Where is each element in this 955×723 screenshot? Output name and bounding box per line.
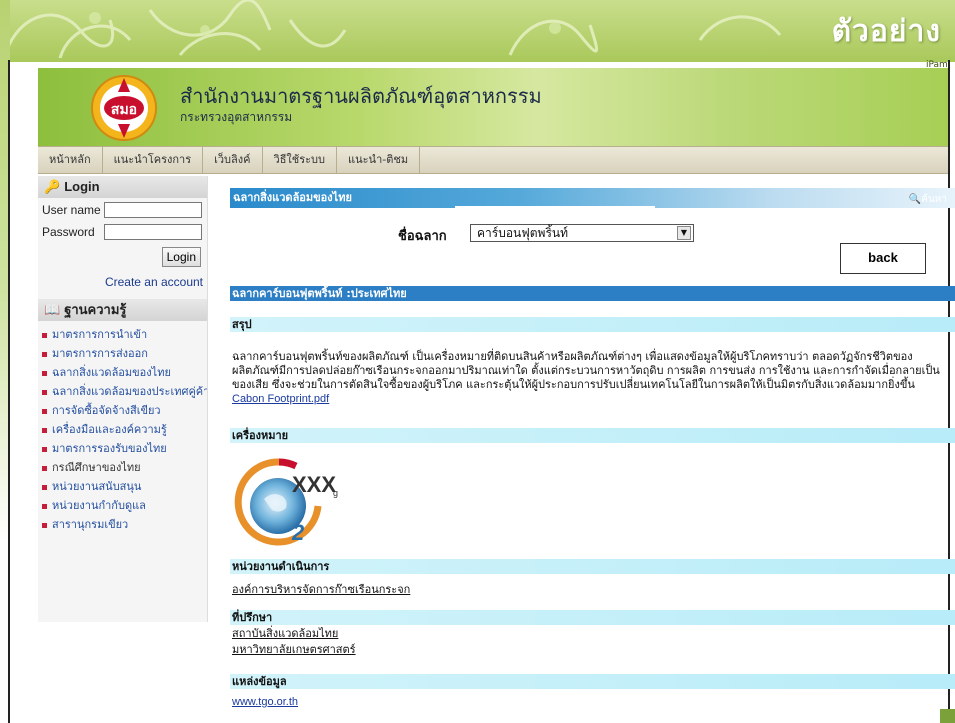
- kb-item-label: มาตรการรองรับของไทย: [52, 442, 167, 455]
- kb-item-label: กรณีศึกษาของไทย: [52, 461, 141, 474]
- slide-header-banner: ตัวอย่าง: [0, 0, 955, 62]
- password-label: Password: [42, 225, 95, 239]
- source-link[interactable]: www.tgo.or.th: [232, 696, 298, 708]
- kb-item-label: มาตรการการนำเข้า: [52, 328, 148, 341]
- mark-subscript: g: [333, 488, 338, 498]
- kb-item-thai-measures[interactable]: มาตรการรองรับของไทย: [42, 439, 207, 458]
- chevron-down-icon[interactable]: ▼: [677, 226, 691, 240]
- site-subtitle: กระทรวงอุตสาหกรรม: [180, 110, 293, 124]
- kb-item-label: ฉลากสิ่งแวดล้อมของไทย: [52, 366, 171, 379]
- summary-title: สรุป: [230, 317, 955, 332]
- login-button-wrap: Login: [38, 240, 207, 267]
- kb-item-partner-ecolabel[interactable]: ฉลากสิ่งแวดล้อมของประเทศคู่ค้า: [42, 382, 207, 401]
- nav-feedback[interactable]: แนะนำ-ติชม: [337, 146, 421, 174]
- carbon-footprint-logo-image: XXX g 2: [234, 458, 338, 546]
- main-content: ฉลากสิ่งแวดล้อมของไทย 🔍ค้นหา ชื่อฉลาก คา…: [230, 176, 955, 723]
- search-icon: 🔍: [908, 194, 922, 205]
- login-header: 🔑 Login: [38, 176, 207, 198]
- kb-item-green-encyclopedia[interactable]: สารานุกรมเขียว: [42, 515, 207, 534]
- logo-text: สมอ: [111, 102, 137, 118]
- label-name-caption: ชื่อฉลาก: [398, 229, 447, 244]
- source-title: แหล่งข้อมูล: [230, 674, 955, 689]
- knowledge-title: ฐานความรู้: [64, 302, 127, 317]
- label-select-value: คาร์บอนฟุตพริ้นท์: [477, 226, 568, 240]
- floral-pattern: [3, 0, 782, 59]
- search-label: ค้นหา: [921, 194, 947, 205]
- tisi-logo[interactable]: สมอ: [88, 74, 160, 142]
- kb-item-label: การจัดซื้อจัดจ้างสีเขียว: [52, 404, 161, 417]
- bullet-icon: [42, 332, 47, 338]
- username-input[interactable]: [104, 202, 202, 218]
- section-header-title: ฉลากสิ่งแวดล้อมของไทย: [233, 191, 352, 204]
- bullet-icon: [42, 484, 47, 490]
- create-account-link[interactable]: Create an account: [38, 267, 207, 299]
- bar-divider: [455, 206, 655, 208]
- bullet-icon: [42, 351, 47, 357]
- advisor-title: ที่ปรึกษา: [230, 610, 955, 625]
- knowledge-header: 📖 ฐานความรู้: [38, 299, 207, 321]
- advisor-link-tei[interactable]: สถาบันสิ่งแวดล้อมไทย: [232, 627, 338, 640]
- mark-text: XXX: [292, 472, 336, 497]
- nav-home[interactable]: หน้าหลัก: [38, 146, 103, 174]
- kb-item-green-procurement[interactable]: การจัดซื้อจัดจ้างสีเขียว: [42, 401, 207, 420]
- agency-row: องค์การบริหารจัดการก๊าซเรือนกระจก: [232, 578, 410, 598]
- password-row: Password: [38, 218, 207, 240]
- kb-item-import[interactable]: มาตรการการนำเข้า: [42, 325, 207, 344]
- nav-about-project[interactable]: แนะนำโครงการ: [103, 146, 204, 174]
- section-header-bar: ฉลากสิ่งแวดล้อมของไทย 🔍ค้นหา: [230, 188, 955, 208]
- site-header: สมอ สำนักงานมาตรฐานผลิตภัณฑ์อุตสาหกรรม ก…: [38, 68, 948, 146]
- kb-item-tools[interactable]: เครื่องมือและองค์ความรู้: [42, 420, 207, 439]
- mark-title: เครื่องหมาย: [230, 428, 955, 443]
- kb-item-regulator[interactable]: หน่วยงานกำกับดูแล: [42, 496, 207, 515]
- knowledge-list: มาตรการการนำเข้า มาตรการการส่งออก ฉลากสิ…: [38, 321, 207, 534]
- source-row: www.tgo.or.th: [232, 690, 298, 709]
- book-icon: 📖: [44, 302, 61, 317]
- back-button[interactable]: back: [840, 243, 926, 274]
- pdf-link[interactable]: Cabon Footprint.pdf: [232, 393, 329, 405]
- advisor-link-ku[interactable]: มหาวิทยาลัยเกษตรศาสตร์: [232, 643, 356, 656]
- search-link[interactable]: 🔍ค้นหา: [909, 190, 947, 210]
- label-select[interactable]: คาร์บอนฟุตพริ้นท์ ▼: [470, 224, 694, 242]
- slide-title: ตัวอย่าง: [831, 14, 941, 49]
- summary-paragraph: ฉลากคาร์บอนฟุตพริ้นท์ของผลิตภัณฑ์ เป็นเค…: [232, 350, 948, 406]
- kb-item-label: หน่วยงานสนับสนุน: [52, 480, 142, 493]
- sidebar: 🔑 Login User name Password Login Create a…: [38, 176, 208, 622]
- mark-co2-digit: 2: [291, 520, 305, 545]
- summary-text: ฉลากคาร์บอนฟุตพริ้นท์ของผลิตภัณฑ์ เป็นเค…: [232, 350, 940, 391]
- frame-left-line: [8, 60, 10, 723]
- bullet-icon: [42, 427, 47, 433]
- nav-how-to-use[interactable]: วิธีใช้ระบบ: [263, 146, 338, 174]
- bullet-icon: [42, 389, 47, 395]
- key-icon: 🔑: [44, 179, 61, 194]
- kb-item-label: เครื่องมือและองค์ความรู้: [52, 423, 167, 436]
- nav-weblinks[interactable]: เว็บลิงค์: [203, 146, 263, 174]
- login-button[interactable]: Login: [161, 247, 201, 267]
- label-title-bar: ฉลากคาร์บอนฟุตพริ้นท์ :ประเทศไทย: [230, 286, 955, 301]
- kb-item-label: หน่วยงานกำกับดูแล: [52, 499, 146, 512]
- agency-title: หน่วยงานดำเนินการ: [230, 559, 955, 574]
- main-nav: หน้าหลัก แนะนำโครงการ เว็บลิงค์ วิธีใช้ร…: [38, 146, 948, 174]
- kb-item-case-study[interactable]: กรณีศึกษาของไทย: [42, 458, 207, 477]
- username-label: User name: [42, 203, 101, 217]
- kb-item-label: สารานุกรมเขียว: [52, 518, 129, 531]
- bullet-icon: [42, 446, 47, 452]
- bullet-icon: [42, 408, 47, 414]
- kb-item-support-agency[interactable]: หน่วยงานสนับสนุน: [42, 477, 207, 496]
- kb-item-export[interactable]: มาตรการการส่งออก: [42, 344, 207, 363]
- bullet-icon: [42, 370, 47, 376]
- agency-link[interactable]: องค์การบริหารจัดการก๊าซเรือนกระจก: [232, 583, 410, 596]
- bullet-icon: [42, 503, 47, 509]
- kb-item-label: มาตรการการส่งออก: [52, 347, 148, 360]
- bullet-icon: [42, 465, 47, 471]
- username-row: User name: [38, 198, 207, 218]
- kb-item-label: ฉลากสิ่งแวดล้อมของประเทศคู่ค้า: [52, 385, 207, 398]
- password-input[interactable]: [104, 224, 202, 240]
- login-title: Login: [64, 179, 100, 194]
- bullet-icon: [42, 522, 47, 528]
- advisor-list: สถาบันสิ่งแวดล้อมไทย มหาวิทยาลัยเกษตรศาส…: [232, 625, 356, 657]
- kb-item-thai-ecolabel[interactable]: ฉลากสิ่งแวดล้อมของไทย: [42, 363, 207, 382]
